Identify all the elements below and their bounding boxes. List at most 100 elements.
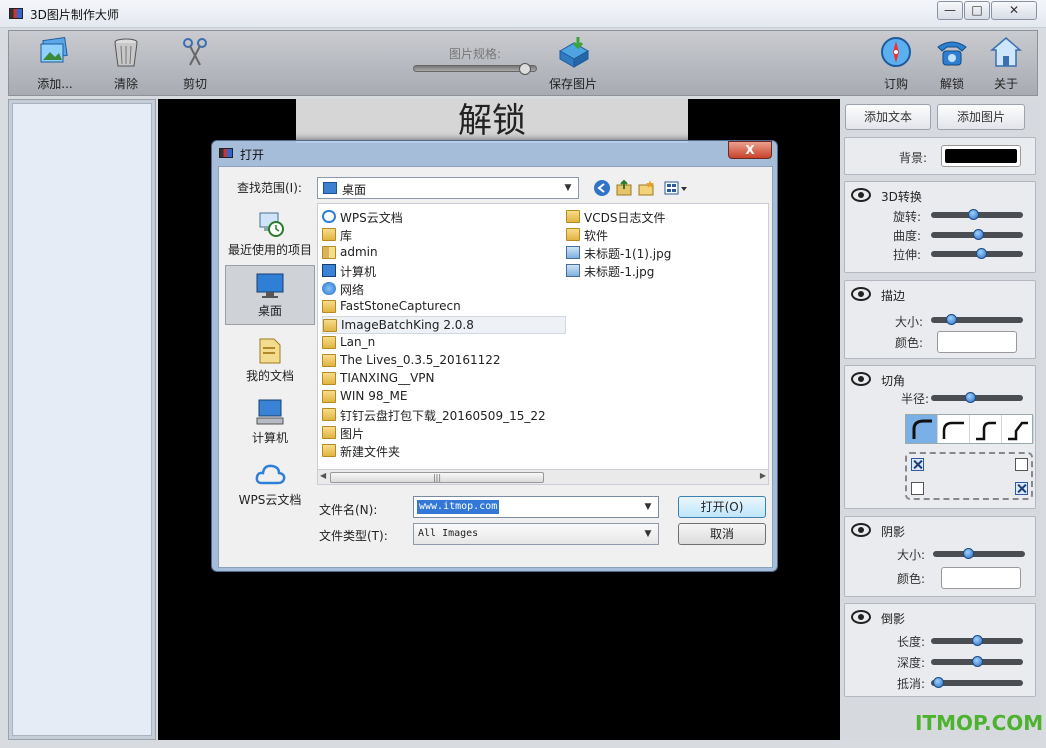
stroke-size-slider-thumb[interactable] — [945, 314, 957, 325]
cancel-button[interactable]: 取消 — [678, 523, 766, 545]
file-list-item[interactable]: VCDS日志文件 — [566, 208, 756, 226]
look-in-label: 查找范围(I): — [237, 181, 302, 195]
file-list-item[interactable]: WPS云文档 — [322, 208, 566, 226]
minimize-button[interactable]: — — [937, 1, 963, 20]
eye-icon[interactable] — [851, 523, 871, 537]
filename-input[interactable]: www.itmop.com ▼ — [413, 496, 659, 518]
step-corner-icon — [1008, 421, 1028, 441]
add-image-button[interactable]: 添加图片 — [937, 104, 1025, 130]
window-title: 3D图片制作大师 — [30, 8, 119, 22]
rotate-slider-thumb[interactable] — [968, 209, 980, 220]
back-icon[interactable] — [593, 179, 611, 197]
file-list-item[interactable]: 计算机 — [322, 262, 566, 280]
stretch-slider-thumb[interactable] — [975, 248, 987, 259]
save-image-button[interactable]: 保存图片 — [543, 35, 603, 92]
eye-icon[interactable] — [851, 287, 871, 301]
open-button[interactable]: 打开(O) — [678, 496, 766, 518]
rotate-slider[interactable] — [931, 209, 1023, 220]
order-label: 订购 — [883, 77, 908, 91]
view-menu-icon[interactable] — [663, 179, 689, 197]
corner-style-round[interactable] — [938, 415, 970, 443]
order-button[interactable]: 订购 — [866, 35, 926, 92]
bottom-right-corner-checkbox[interactable] — [1015, 482, 1028, 495]
file-list-item[interactable]: 未标题-1.jpg — [566, 262, 756, 280]
reflection-depth-slider-thumb[interactable] — [972, 656, 984, 667]
background-group: 背景: — [844, 137, 1036, 175]
place-computer[interactable]: 计算机 — [225, 393, 315, 447]
file-list-item[interactable]: 软件 — [566, 226, 756, 244]
scroll-right-icon[interactable]: ▶ — [760, 471, 766, 480]
stroke-color-picker[interactable] — [937, 331, 1017, 353]
eye-icon[interactable] — [851, 372, 871, 386]
shadow-size-slider-thumb[interactable] — [962, 548, 974, 559]
spec-slider-thumb[interactable] — [518, 63, 531, 75]
cut-button[interactable]: 剪切 — [165, 35, 225, 92]
shadow-size-slider[interactable] — [933, 548, 1025, 559]
new-folder-icon[interactable] — [637, 179, 655, 197]
look-in-dropdown[interactable]: 桌面 ▼ — [317, 177, 579, 199]
chevron-down-icon: ▼ — [644, 529, 652, 539]
add-text-button[interactable]: 添加文本 — [845, 104, 931, 130]
spec-slider[interactable] — [413, 63, 537, 75]
user-folder-icon — [322, 246, 336, 259]
file-list-item[interactable]: Lan_n — [322, 334, 566, 352]
file-list-item[interactable]: The Lives_0.3.5_20161122 — [322, 352, 566, 370]
file-list-item[interactable]: 钉钉云盘打包下载_20160509_15_22 — [322, 406, 566, 424]
reflection-depth-slider[interactable] — [931, 656, 1023, 667]
place-wps-cloud[interactable]: WPS云文档 — [225, 455, 315, 509]
reflection-length-slider-thumb[interactable] — [972, 635, 984, 646]
reflection-length-slider[interactable] — [931, 635, 1023, 646]
file-list[interactable]: WPS云文档库 admin 计算机 网络 FastStoneCapturecn Image… — [317, 203, 769, 479]
file-list-item[interactable]: admin — [322, 244, 566, 262]
stroke-group: 描边 大小: 颜色: — [844, 280, 1036, 359]
clear-button[interactable]: 清除 — [96, 35, 156, 92]
file-list-item[interactable]: FastStoneCapturecn — [322, 298, 566, 316]
file-list-item[interactable]: 未标题-1(1).jpg — [566, 244, 756, 262]
dialog-close-button[interactable]: X — [728, 141, 772, 159]
stretch-slider[interactable] — [931, 248, 1023, 259]
maximize-button[interactable]: □ — [964, 1, 990, 20]
file-list-item[interactable]: 网络 — [322, 280, 566, 298]
top-left-corner-checkbox[interactable] — [911, 458, 924, 471]
eye-icon[interactable] — [851, 188, 871, 202]
corner-style-step-curve[interactable] — [970, 415, 1002, 443]
close-button[interactable]: ✕ — [991, 1, 1037, 20]
corner-radius-slider-thumb[interactable] — [965, 392, 977, 403]
bottom-left-corner-checkbox[interactable] — [911, 482, 924, 495]
file-list-item[interactable]: 库 — [322, 226, 566, 244]
place-my-documents[interactable]: 我的文档 — [225, 331, 315, 385]
add-button[interactable]: 添加... — [25, 35, 85, 92]
file-list-item[interactable]: ImageBatchKing 2.0.8 — [322, 316, 566, 334]
unlock-button[interactable]: 解锁 — [922, 35, 982, 92]
file-list-item[interactable]: 图片 — [322, 424, 566, 442]
chevron-down-icon[interactable]: ▼ — [641, 500, 655, 514]
trash-icon — [114, 38, 138, 67]
file-list-item[interactable]: WIN 98_ME — [322, 388, 566, 406]
about-button[interactable]: 关于 — [976, 35, 1036, 92]
place-desktop[interactable]: 桌面 — [225, 265, 315, 325]
compass-icon — [881, 37, 911, 67]
corner-style-step[interactable] — [1002, 415, 1034, 443]
scroll-left-icon[interactable]: ◀ — [320, 471, 326, 480]
scrollbar-thumb[interactable]: ||| — [330, 472, 544, 483]
file-list-item[interactable]: TIANXING__VPN — [322, 370, 566, 388]
filetype-dropdown[interactable]: All Images ▼ — [413, 523, 659, 545]
folder-icon — [322, 336, 336, 349]
shadow-color-picker[interactable] — [941, 567, 1021, 589]
thumbnail-list[interactable] — [12, 103, 152, 736]
horizontal-scrollbar[interactable]: ◀ ||| ▶ — [317, 469, 769, 485]
stroke-size-slider[interactable] — [931, 314, 1023, 325]
reflection-fade-slider[interactable] — [931, 677, 1023, 688]
file-list-item[interactable]: 新建文件夹 — [322, 442, 566, 460]
place-recent-items[interactable]: 最近使用的项目 — [225, 205, 315, 261]
curve-slider[interactable] — [931, 229, 1023, 240]
curve-slider-thumb[interactable] — [973, 229, 985, 240]
corner-radius-slider[interactable] — [931, 392, 1023, 403]
up-folder-icon[interactable] — [615, 179, 633, 197]
clear-label: 清除 — [113, 77, 138, 91]
background-color-picker[interactable] — [941, 145, 1021, 167]
top-right-corner-checkbox[interactable] — [1015, 458, 1028, 471]
eye-icon[interactable] — [851, 610, 871, 624]
reflection-fade-slider-thumb[interactable] — [932, 677, 944, 688]
corner-style-round-solid[interactable] — [906, 415, 938, 443]
